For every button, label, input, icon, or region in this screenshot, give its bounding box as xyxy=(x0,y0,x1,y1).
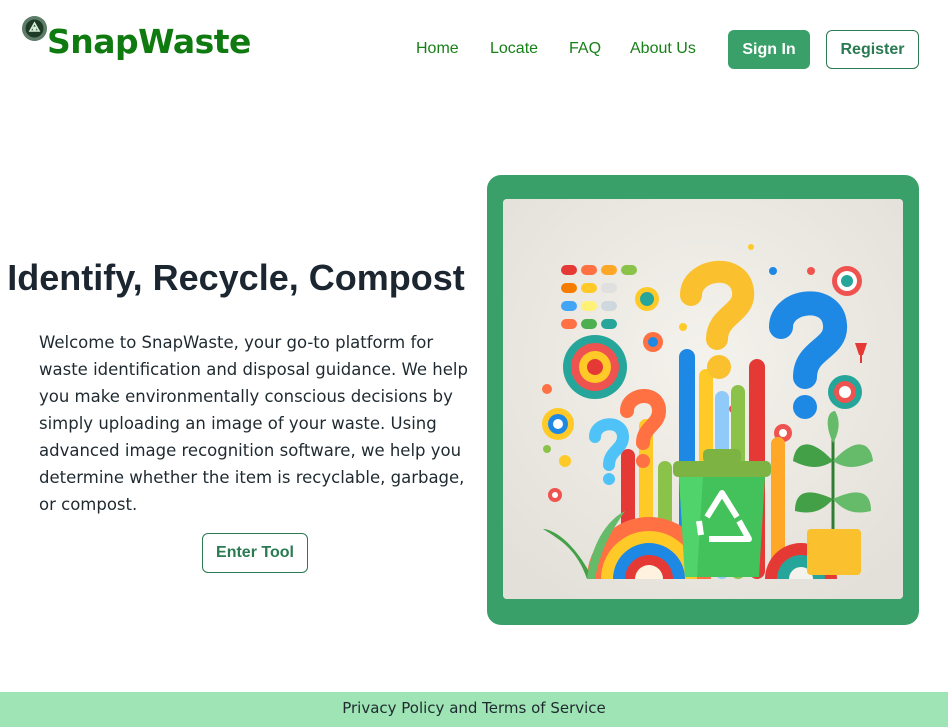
page: SnapWaste Home Locate FAQ About Us Sign … xyxy=(0,0,948,727)
nav-home-link[interactable]: Home xyxy=(416,40,459,58)
main-nav: Home Locate FAQ About Us Sign In Registe… xyxy=(0,30,948,70)
privacy-terms-link[interactable]: Privacy Policy and Terms of Service xyxy=(342,699,606,717)
nav-locate-link[interactable]: Locate xyxy=(490,40,538,58)
enter-tool-button[interactable]: Enter Tool xyxy=(202,533,308,573)
register-button[interactable]: Register xyxy=(826,30,919,69)
hero-title: Identify, Recycle, Compost xyxy=(7,257,465,298)
hero-description: Welcome to SnapWaste, your go-to platfor… xyxy=(39,333,468,514)
sign-in-button[interactable]: Sign In xyxy=(728,30,810,69)
hero-illustration-card xyxy=(487,175,919,625)
nav-faq-link[interactable]: FAQ xyxy=(569,40,601,58)
site-footer: Privacy Policy and Terms of Service xyxy=(0,692,948,727)
recycling-illustration-image xyxy=(503,199,903,599)
nav-about-us-link[interactable]: About Us xyxy=(630,40,696,58)
